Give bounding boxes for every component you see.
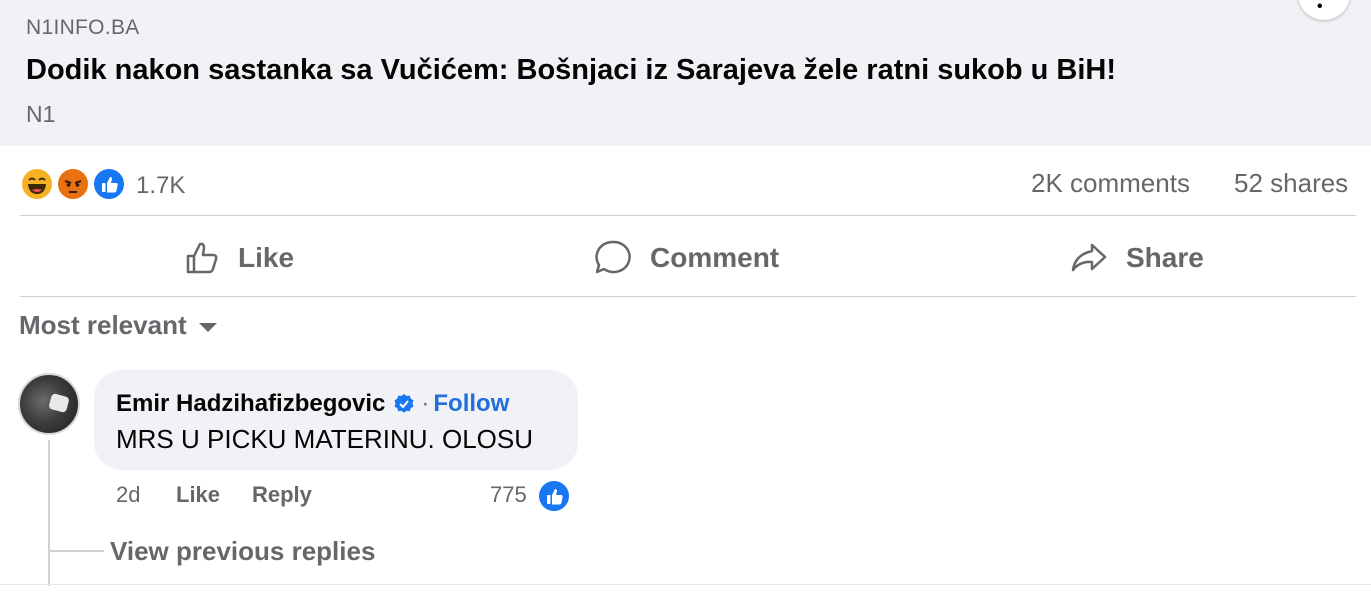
comment-reply-button[interactable]: Reply	[252, 482, 312, 508]
like-button[interactable]: Like	[182, 228, 294, 288]
comment-timestamp[interactable]: 2d	[116, 482, 140, 508]
divider	[0, 584, 1371, 585]
more-dots-icon: •	[1317, 0, 1323, 15]
verified-badge-icon	[394, 394, 414, 413]
reaction-icons[interactable]	[20, 167, 130, 201]
divider	[20, 215, 1356, 216]
divider	[20, 296, 1356, 297]
reply-thread-line	[48, 440, 104, 552]
share-arrow-icon	[1071, 243, 1107, 272]
separator-dot: ·	[421, 390, 430, 417]
comment-sort-dropdown[interactable]: Most relevant	[19, 310, 217, 341]
view-previous-replies-link[interactable]: View previous replies	[110, 536, 375, 567]
share-button-label: Share	[1126, 242, 1204, 273]
comment-reaction-count[interactable]: 775	[490, 482, 527, 508]
preview-headline[interactable]: Dodik nakon sastanka sa Vučićem: Bošnjac…	[26, 54, 1116, 87]
comment-button-label: Comment	[650, 242, 780, 273]
avatar[interactable]	[18, 373, 80, 435]
thread-line-continuation	[48, 552, 50, 586]
haha-icon	[20, 167, 54, 201]
comment-author-row: Emir Hadzihafizbegovic · Follow	[116, 390, 509, 418]
like-icon	[537, 479, 571, 513]
reaction-count[interactable]: 1.7K	[136, 172, 185, 200]
like-button-label: Like	[238, 242, 295, 273]
share-button[interactable]: Share	[1068, 228, 1204, 288]
comment-text: MRS U PICKU MATERINU. OLOSU	[116, 424, 534, 454]
link-preview-card[interactable]: N1INFO.BA Dodik nakon sastanka sa Vučiće…	[0, 0, 1371, 146]
comment-button[interactable]: Comment	[592, 228, 779, 288]
thumbs-up-icon	[186, 242, 218, 274]
more-options-button[interactable]: •	[1298, 0, 1350, 20]
like-icon	[92, 167, 126, 201]
follow-link[interactable]: Follow	[433, 390, 509, 418]
comment-bubble-icon	[595, 240, 631, 274]
preview-domain: N1INFO.BA	[26, 16, 140, 39]
caret-down-icon	[198, 323, 217, 332]
comment-bubble: Emir Hadzihafizbegovic · Follow MRS U PI…	[94, 370, 578, 470]
comments-count-link[interactable]: 2K comments	[1031, 168, 1190, 199]
avatar-image-detail	[48, 392, 70, 414]
shares-count-link[interactable]: 52 shares	[1234, 168, 1348, 199]
sort-label: Most relevant	[19, 310, 187, 340]
preview-source: N1	[26, 101, 56, 127]
angry-icon	[56, 167, 90, 201]
comment-author[interactable]: Emir Hadzihafizbegovic	[116, 390, 385, 418]
post-stats-bar: 1.7K 2K comments 52 shares	[0, 146, 1371, 218]
comment-like-button[interactable]: Like	[176, 482, 220, 508]
